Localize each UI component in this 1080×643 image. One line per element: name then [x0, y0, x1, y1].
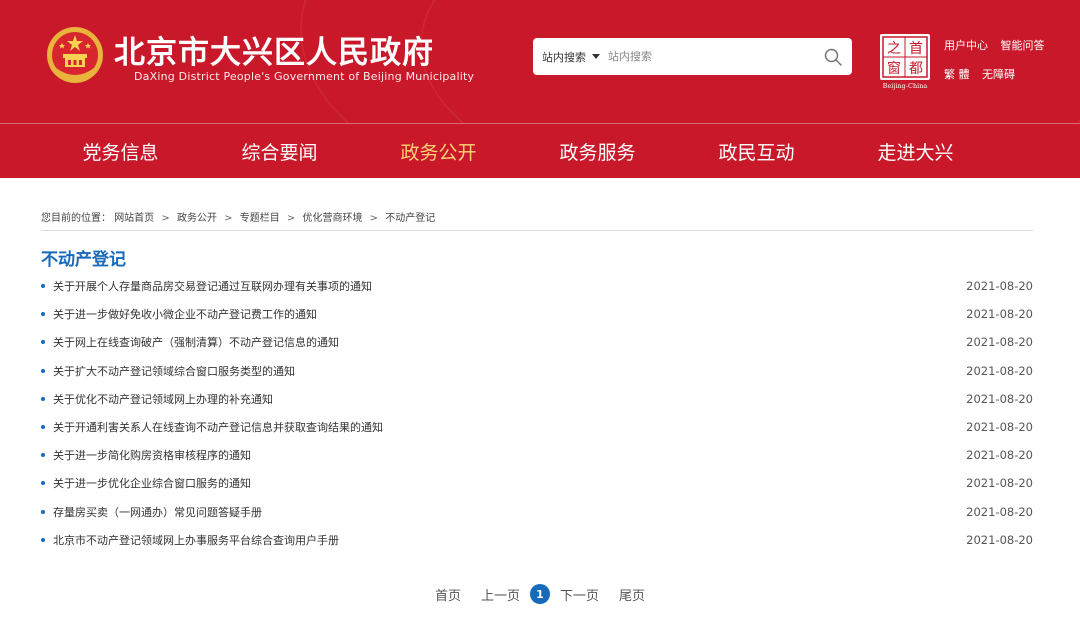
nav-item-public-interaction[interactable]: 政民互动 [677, 138, 836, 165]
search-button[interactable] [814, 38, 852, 75]
list-item: 关于扩大不动产登记领域综合窗口服务类型的通知 2021-08-20 [41, 357, 1033, 385]
article-title: 关于开通利害关系人在线查询不动产登记信息并获取查询结果的通知 [53, 421, 383, 435]
breadcrumb-separator: > [224, 213, 233, 224]
article-link[interactable]: 关于开展个人存量商品房交易登记通过互联网办理有关事项的通知 [41, 278, 372, 294]
breadcrumb-separator: > [161, 213, 170, 224]
article-date: 2021-08-20 [966, 420, 1033, 435]
nav-item-government-disclosure[interactable]: 政务公开 [359, 138, 518, 165]
seal-caption: Beijing-China [883, 82, 928, 90]
article-title: 关于进一步做好免收小微企业不动产登记费工作的通知 [53, 308, 317, 322]
seal-char: 窗 [887, 60, 901, 77]
smart-qa-link[interactable]: 智能问答 [1001, 39, 1045, 52]
article-date: 2021-08-20 [966, 391, 1033, 406]
article-title: 存量房买卖（一网通办）常见问题答疑手册 [53, 505, 262, 519]
article-date: 2021-08-20 [966, 448, 1033, 463]
article-date: 2021-08-20 [966, 532, 1033, 547]
article-title: 关于开展个人存量商品房交易登记通过互联网办理有关事项的通知 [53, 280, 372, 294]
list-item: 关于进一步简化购房资格审核程序的通知 2021-08-20 [41, 441, 1033, 469]
list-item: 存量房买卖（一网通办）常见问题答疑手册 2021-08-20 [41, 498, 1033, 526]
article-date: 2021-08-20 [966, 307, 1033, 322]
article-link[interactable]: 关于优化不动产登记领域网上办理的补充通知 [41, 391, 273, 407]
article-link[interactable]: 关于网上在线查询破产（强制清算）不动产登记信息的通知 [41, 334, 339, 350]
pagination: 首页 上一页 1 下一页 尾页 [0, 584, 1080, 604]
site-title: 北京市大兴区人民政府 [114, 35, 434, 71]
breadcrumb-separator: > [369, 213, 379, 224]
divider [41, 230, 1033, 231]
article-link[interactable]: 存量房买卖（一网通办）常见问题答疑手册 [41, 504, 262, 520]
last-page-link[interactable]: 尾页 [619, 585, 645, 604]
article-list: 关于开展个人存量商品房交易登记通过互联网办理有关事项的通知 2021-08-20 … [41, 272, 1033, 554]
article-link[interactable]: 关于进一步做好免收小微企业不动产登记费工作的通知 [41, 306, 317, 322]
article-link[interactable]: 关于进一步简化购房资格审核程序的通知 [41, 447, 251, 463]
breadcrumb-separator: > [286, 213, 296, 224]
top-links: 用户中心 智能问答 繁 體 无障碍 [944, 37, 1054, 95]
caret-down-icon [592, 54, 600, 59]
article-date: 2021-08-20 [966, 476, 1033, 491]
bullet-icon [41, 312, 45, 317]
search-input[interactable] [600, 38, 814, 75]
capital-window-logo-icon[interactable]: 首 都 之 窗 Beijing-China [877, 32, 933, 90]
bullet-icon [41, 537, 45, 542]
list-item: 关于进一步做好免收小微企业不动产登记费工作的通知 2021-08-20 [41, 300, 1033, 328]
search-scope-label: 站内搜索 [542, 50, 586, 64]
bullet-icon [41, 425, 45, 430]
breadcrumb-item-business-environment[interactable]: 优化营商环境 [302, 213, 362, 224]
search-bar: 站内搜索 [533, 38, 852, 75]
article-date: 2021-08-20 [966, 335, 1033, 350]
article-date: 2021-08-20 [966, 363, 1033, 378]
accessibility-link[interactable]: 无障碍 [982, 68, 1015, 81]
seal-char: 之 [887, 41, 901, 57]
main-nav: 党务信息 综合要闻 政务公开 政务服务 政民互动 走进大兴 [0, 123, 1080, 178]
list-item: 关于网上在线查询破产（强制清算）不动产登记信息的通知 2021-08-20 [41, 328, 1033, 356]
bullet-icon [41, 509, 45, 514]
bullet-icon [41, 481, 45, 486]
list-item: 关于开展个人存量商品房交易登记通过互联网办理有关事项的通知 2021-08-20 [41, 272, 1033, 300]
bullet-icon [41, 284, 45, 289]
article-link[interactable]: 北京市不动产登记领域网上办事服务平台综合查询用户手册 [41, 532, 339, 548]
site-subtitle: DaXing District People's Government of B… [134, 70, 475, 83]
seal-char: 都 [909, 61, 923, 77]
nav-item-general-news[interactable]: 综合要闻 [200, 138, 359, 165]
user-center-link[interactable]: 用户中心 [944, 39, 988, 52]
first-page-link[interactable]: 首页 [435, 585, 461, 604]
search-scope-dropdown[interactable]: 站内搜索 [533, 38, 600, 75]
article-date: 2021-08-20 [966, 279, 1033, 294]
article-title: 关于网上在线查询破产（强制清算）不动产登记信息的通知 [53, 336, 339, 350]
article-link[interactable]: 关于扩大不动产登记领域综合窗口服务类型的通知 [41, 363, 295, 379]
breadcrumb-item-topics[interactable]: 专题栏目 [240, 213, 280, 224]
traditional-chinese-link[interactable]: 繁 體 [944, 68, 970, 81]
breadcrumb: 您目前的位置： 网站首页 > 政务公开 > 专题栏目 > 优化营商环境 > 不动… [41, 209, 435, 224]
bullet-icon [41, 340, 45, 345]
next-page-link[interactable]: 下一页 [560, 585, 599, 604]
breadcrumb-item-real-estate[interactable]: 不动产登记 [385, 213, 435, 224]
breadcrumb-item-home[interactable]: 网站首页 [114, 213, 154, 224]
list-item: 北京市不动产登记领域网上办事服务平台综合查询用户手册 2021-08-20 [41, 526, 1033, 554]
article-link[interactable]: 关于进一步优化企业综合窗口服务的通知 [41, 475, 251, 491]
nav-item-party-affairs[interactable]: 党务信息 [41, 138, 200, 165]
section-title: 不动产登记 [41, 250, 126, 270]
national-emblem-icon[interactable] [46, 26, 104, 84]
bullet-icon [41, 396, 45, 401]
article-title: 关于扩大不动产登记领域综合窗口服务类型的通知 [53, 364, 295, 378]
article-link[interactable]: 关于开通利害关系人在线查询不动产登记信息并获取查询结果的通知 [41, 419, 383, 435]
article-title: 北京市不动产登记领域网上办事服务平台综合查询用户手册 [53, 533, 339, 547]
breadcrumb-prefix: 您目前的位置： [41, 213, 111, 224]
article-title: 关于优化不动产登记领域网上办理的补充通知 [53, 392, 273, 406]
article-date: 2021-08-20 [966, 504, 1033, 519]
search-icon [824, 48, 842, 66]
current-page[interactable]: 1 [530, 584, 550, 604]
seal-char: 首 [909, 41, 923, 57]
list-item: 关于开通利害关系人在线查询不动产登记信息并获取查询结果的通知 2021-08-20 [41, 413, 1033, 441]
nav-item-government-services[interactable]: 政务服务 [518, 138, 677, 165]
site-header: 北京市大兴区人民政府 DaXing District People's Gove… [0, 0, 1080, 123]
article-title: 关于进一步优化企业综合窗口服务的通知 [53, 477, 251, 491]
article-title: 关于进一步简化购房资格审核程序的通知 [53, 449, 251, 463]
bullet-icon [41, 368, 45, 373]
prev-page-link[interactable]: 上一页 [481, 585, 520, 604]
bullet-icon [41, 453, 45, 458]
list-item: 关于优化不动产登记领域网上办理的补充通知 2021-08-20 [41, 385, 1033, 413]
list-item: 关于进一步优化企业综合窗口服务的通知 2021-08-20 [41, 469, 1033, 497]
breadcrumb-item-disclosure[interactable]: 政务公开 [177, 213, 217, 224]
nav-item-about-daxing[interactable]: 走进大兴 [836, 138, 995, 165]
